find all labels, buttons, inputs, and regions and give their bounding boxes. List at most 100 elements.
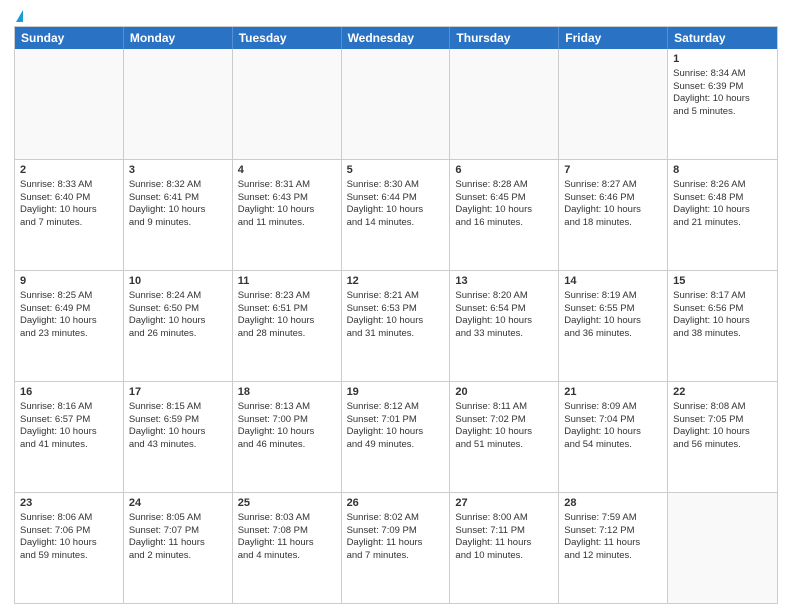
day-number: 27 (455, 496, 553, 511)
day-info-line: Sunrise: 7:59 AM (564, 512, 662, 525)
calendar-cell (15, 49, 124, 159)
day-number: 21 (564, 385, 662, 400)
day-info-line: Sunset: 7:02 PM (455, 414, 553, 427)
day-info-line: Sunset: 6:51 PM (238, 303, 336, 316)
calendar: SundayMondayTuesdayWednesdayThursdayFrid… (14, 26, 778, 604)
calendar-body: 1Sunrise: 8:34 AMSunset: 6:39 PMDaylight… (15, 49, 777, 603)
calendar-cell: 27Sunrise: 8:00 AMSunset: 7:11 PMDayligh… (450, 493, 559, 603)
day-info-line: Sunset: 6:41 PM (129, 192, 227, 205)
day-info-line: Sunset: 6:48 PM (673, 192, 772, 205)
calendar-cell: 9Sunrise: 8:25 AMSunset: 6:49 PMDaylight… (15, 271, 124, 381)
day-info-line: and 43 minutes. (129, 439, 227, 452)
day-info-line: Daylight: 11 hours (455, 537, 553, 550)
day-info-line: Sunset: 7:07 PM (129, 525, 227, 538)
day-info-line: and 14 minutes. (347, 217, 445, 230)
calendar-cell: 25Sunrise: 8:03 AMSunset: 7:08 PMDayligh… (233, 493, 342, 603)
calendar-row-1: 2Sunrise: 8:33 AMSunset: 6:40 PMDaylight… (15, 159, 777, 270)
day-info-line: Sunset: 6:45 PM (455, 192, 553, 205)
calendar-cell: 16Sunrise: 8:16 AMSunset: 6:57 PMDayligh… (15, 382, 124, 492)
header-cell-thursday: Thursday (450, 27, 559, 49)
day-number: 16 (20, 385, 118, 400)
day-info-line: Sunrise: 8:32 AM (129, 179, 227, 192)
day-info-line: and 23 minutes. (20, 328, 118, 341)
day-info-line: Sunrise: 8:24 AM (129, 290, 227, 303)
day-info-line: and 36 minutes. (564, 328, 662, 341)
day-info-line: Daylight: 10 hours (20, 315, 118, 328)
calendar-cell (668, 493, 777, 603)
day-number: 8 (673, 163, 772, 178)
day-info-line: and 51 minutes. (455, 439, 553, 452)
day-info-line: Sunrise: 8:00 AM (455, 512, 553, 525)
day-info-line: Sunrise: 8:26 AM (673, 179, 772, 192)
calendar-cell (559, 49, 668, 159)
calendar-cell: 17Sunrise: 8:15 AMSunset: 6:59 PMDayligh… (124, 382, 233, 492)
day-info-line: Sunset: 6:54 PM (455, 303, 553, 316)
day-info-line: Sunset: 7:01 PM (347, 414, 445, 427)
header-cell-monday: Monday (124, 27, 233, 49)
day-info-line: Sunset: 7:09 PM (347, 525, 445, 538)
day-info-line: and 46 minutes. (238, 439, 336, 452)
day-info-line: Sunset: 6:49 PM (20, 303, 118, 316)
day-info-line: Sunrise: 8:17 AM (673, 290, 772, 303)
day-info-line: Daylight: 10 hours (129, 204, 227, 217)
day-info-line: Daylight: 10 hours (238, 204, 336, 217)
calendar-cell: 2Sunrise: 8:33 AMSunset: 6:40 PMDaylight… (15, 160, 124, 270)
day-number: 17 (129, 385, 227, 400)
logo (14, 10, 23, 22)
day-info-line: Sunset: 7:00 PM (238, 414, 336, 427)
calendar-cell: 23Sunrise: 8:06 AMSunset: 7:06 PMDayligh… (15, 493, 124, 603)
day-info-line: and 31 minutes. (347, 328, 445, 341)
day-number: 1 (673, 52, 772, 67)
day-info-line: and 26 minutes. (129, 328, 227, 341)
calendar-cell: 11Sunrise: 8:23 AMSunset: 6:51 PMDayligh… (233, 271, 342, 381)
calendar-row-0: 1Sunrise: 8:34 AMSunset: 6:39 PMDaylight… (15, 49, 777, 159)
day-info-line: and 54 minutes. (564, 439, 662, 452)
day-info-line: Daylight: 10 hours (455, 315, 553, 328)
calendar-cell: 6Sunrise: 8:28 AMSunset: 6:45 PMDaylight… (450, 160, 559, 270)
calendar-cell: 15Sunrise: 8:17 AMSunset: 6:56 PMDayligh… (668, 271, 777, 381)
day-info-line: Sunset: 7:06 PM (20, 525, 118, 538)
day-info-line: Daylight: 10 hours (347, 315, 445, 328)
day-number: 3 (129, 163, 227, 178)
day-info-line: Sunrise: 8:15 AM (129, 401, 227, 414)
header (14, 10, 778, 22)
day-number: 2 (20, 163, 118, 178)
header-cell-sunday: Sunday (15, 27, 124, 49)
day-number: 22 (673, 385, 772, 400)
day-info-line: Sunrise: 8:25 AM (20, 290, 118, 303)
day-info-line: and 7 minutes. (347, 550, 445, 563)
day-info-line: and 56 minutes. (673, 439, 772, 452)
calendar-cell: 14Sunrise: 8:19 AMSunset: 6:55 PMDayligh… (559, 271, 668, 381)
logo-triangle-icon (16, 10, 23, 22)
day-info-line: Sunset: 6:46 PM (564, 192, 662, 205)
day-info-line: Sunset: 6:44 PM (347, 192, 445, 205)
day-info-line: Daylight: 10 hours (673, 426, 772, 439)
day-info-line: Daylight: 10 hours (129, 315, 227, 328)
day-info-line: Sunrise: 8:34 AM (673, 68, 772, 81)
day-info-line: Daylight: 10 hours (673, 93, 772, 106)
calendar-cell: 20Sunrise: 8:11 AMSunset: 7:02 PMDayligh… (450, 382, 559, 492)
day-info-line: Daylight: 10 hours (564, 315, 662, 328)
day-info-line: and 21 minutes. (673, 217, 772, 230)
calendar-cell: 26Sunrise: 8:02 AMSunset: 7:09 PMDayligh… (342, 493, 451, 603)
header-cell-friday: Friday (559, 27, 668, 49)
day-info-line: Sunrise: 8:13 AM (238, 401, 336, 414)
day-info-line: and 12 minutes. (564, 550, 662, 563)
day-info-line: Sunrise: 8:28 AM (455, 179, 553, 192)
day-info-line: Daylight: 10 hours (564, 426, 662, 439)
day-number: 12 (347, 274, 445, 289)
day-info-line: Daylight: 10 hours (455, 426, 553, 439)
calendar-cell: 12Sunrise: 8:21 AMSunset: 6:53 PMDayligh… (342, 271, 451, 381)
day-info-line: Sunset: 6:59 PM (129, 414, 227, 427)
day-info-line: Daylight: 11 hours (238, 537, 336, 550)
day-number: 14 (564, 274, 662, 289)
day-info-line: Sunset: 7:12 PM (564, 525, 662, 538)
day-info-line: Sunset: 6:55 PM (564, 303, 662, 316)
day-info-line: Daylight: 10 hours (129, 426, 227, 439)
calendar-cell: 4Sunrise: 8:31 AMSunset: 6:43 PMDaylight… (233, 160, 342, 270)
calendar-cell (342, 49, 451, 159)
day-info-line: and 4 minutes. (238, 550, 336, 563)
day-number: 9 (20, 274, 118, 289)
day-number: 5 (347, 163, 445, 178)
day-info-line: Sunrise: 8:31 AM (238, 179, 336, 192)
